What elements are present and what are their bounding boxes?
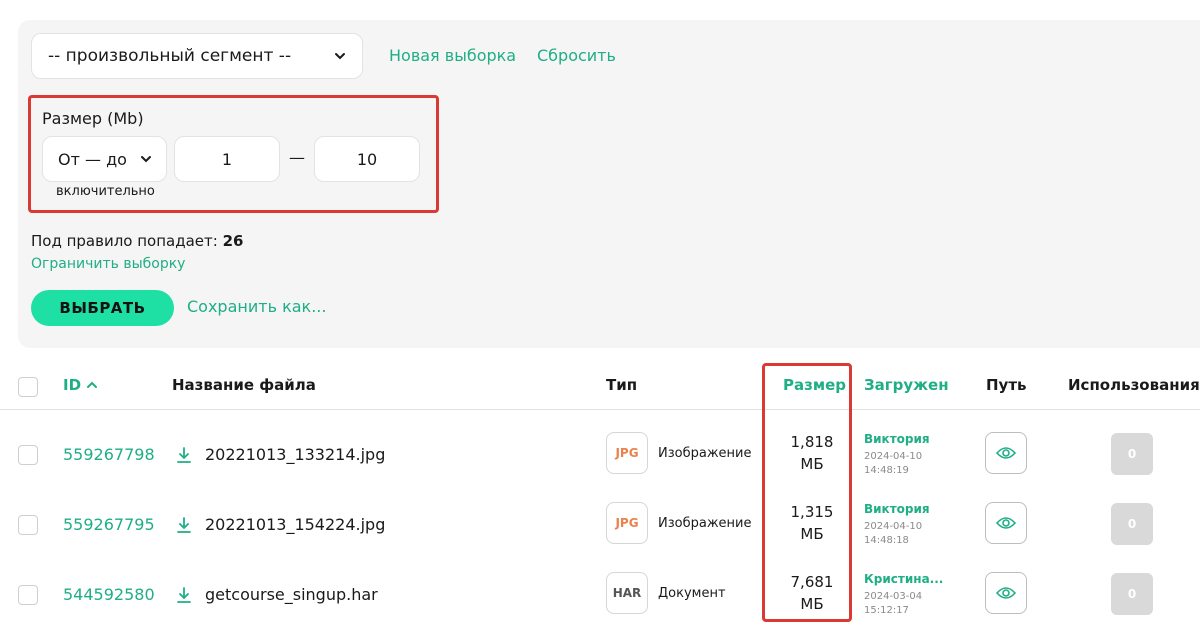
rule-count-label: Под правило попадает:	[31, 232, 218, 250]
file-id-link[interactable]: 544592580	[63, 585, 155, 604]
file-type-code: JPG	[615, 446, 639, 460]
reset-link[interactable]: Сбросить	[537, 46, 616, 65]
download-icon[interactable]	[175, 446, 193, 464]
file-type-code: HAR	[612, 586, 642, 600]
column-header-uploaded[interactable]: Загружен	[864, 376, 949, 394]
header-divider	[0, 409, 1200, 410]
range-mode-select[interactable]: От — до	[42, 136, 167, 182]
new-selection-link[interactable]: Новая выборка	[389, 46, 516, 65]
file-size-number: 7,681	[790, 573, 834, 591]
download-icon[interactable]	[175, 586, 193, 604]
segment-select-value: -- произвольный сегмент --	[48, 46, 292, 66]
size-to-input[interactable]	[314, 136, 420, 182]
range-mode-value: От — до	[58, 149, 127, 169]
sort-ascending-icon	[87, 381, 98, 388]
column-header-filename[interactable]: Название файла	[172, 376, 316, 394]
file-name: 20221013_133214.jpg	[205, 445, 386, 464]
file-type-name: Документ	[658, 586, 726, 601]
file-type-badge: JPG	[606, 502, 648, 544]
upload-date: 2024-03-04	[864, 591, 923, 602]
select-button[interactable]: ВЫБРАТЬ	[31, 290, 174, 326]
file-size-unit: МБ	[800, 525, 824, 543]
file-size-unit: МБ	[800, 595, 824, 613]
file-type-code: JPG	[615, 516, 639, 530]
download-icon[interactable]	[175, 516, 193, 534]
eye-icon	[996, 447, 1016, 459]
usages-count: 0	[1111, 503, 1153, 545]
upload-date: 2024-04-10	[864, 451, 923, 462]
upload-time: 14:48:18	[864, 535, 909, 546]
file-size-unit: МБ	[800, 455, 824, 473]
file-type-name: Изображение	[658, 516, 752, 531]
file-name: 20221013_154224.jpg	[205, 515, 386, 534]
file-size: 7,681 МБ	[782, 571, 842, 615]
file-id-link[interactable]: 559267798	[63, 445, 155, 464]
rule-count: Под правило попадает: 26	[31, 232, 243, 250]
column-header-id[interactable]: ID	[63, 376, 99, 394]
usages-count: 0	[1111, 573, 1153, 615]
view-path-button[interactable]	[985, 572, 1027, 614]
chevron-down-icon	[335, 53, 345, 60]
range-separator: —	[289, 148, 305, 167]
file-id-link[interactable]: 559267795	[63, 515, 155, 534]
upload-date: 2024-04-10	[864, 521, 923, 532]
row-checkbox[interactable]	[18, 445, 38, 465]
save-as-link[interactable]: Сохранить как...	[187, 297, 326, 316]
upload-time: 15:12:17	[864, 605, 909, 616]
file-size: 1,818 МБ	[782, 431, 842, 475]
uploader-name[interactable]: Кристина...	[864, 572, 943, 586]
column-header-path[interactable]: Путь	[986, 376, 1027, 394]
row-checkbox[interactable]	[18, 585, 38, 605]
usages-count: 0	[1111, 433, 1153, 475]
file-type-badge: HAR	[606, 572, 648, 614]
view-path-button[interactable]	[985, 432, 1027, 474]
column-header-usages[interactable]: Использования	[1068, 376, 1200, 394]
row-checkbox[interactable]	[18, 515, 38, 535]
file-size-number: 1,315	[790, 503, 834, 521]
file-size-number: 1,818	[790, 433, 834, 451]
eye-icon	[996, 587, 1016, 599]
size-filter-label: Размер (Mb)	[42, 109, 144, 128]
limit-selection-link[interactable]: Ограничить выборку	[31, 256, 185, 272]
eye-icon	[996, 517, 1016, 529]
column-header-type[interactable]: Тип	[606, 376, 637, 394]
uploader-name[interactable]: Виктория	[864, 432, 930, 446]
rule-count-value: 26	[222, 232, 244, 250]
chevron-down-icon	[141, 156, 151, 163]
view-path-button[interactable]	[985, 502, 1027, 544]
select-all-checkbox[interactable]	[18, 377, 38, 397]
column-header-id-label: ID	[63, 376, 82, 394]
inclusive-label: включительно	[56, 184, 155, 199]
upload-time: 14:48:19	[864, 465, 909, 476]
file-size: 1,315 МБ	[782, 501, 842, 545]
file-type-name: Изображение	[658, 446, 752, 461]
file-type-badge: JPG	[606, 432, 648, 474]
file-name: getcourse_singup.har	[205, 585, 378, 604]
size-from-input[interactable]	[174, 136, 280, 182]
uploader-name[interactable]: Виктория	[864, 502, 930, 516]
segment-select[interactable]: -- произвольный сегмент --	[31, 33, 363, 79]
